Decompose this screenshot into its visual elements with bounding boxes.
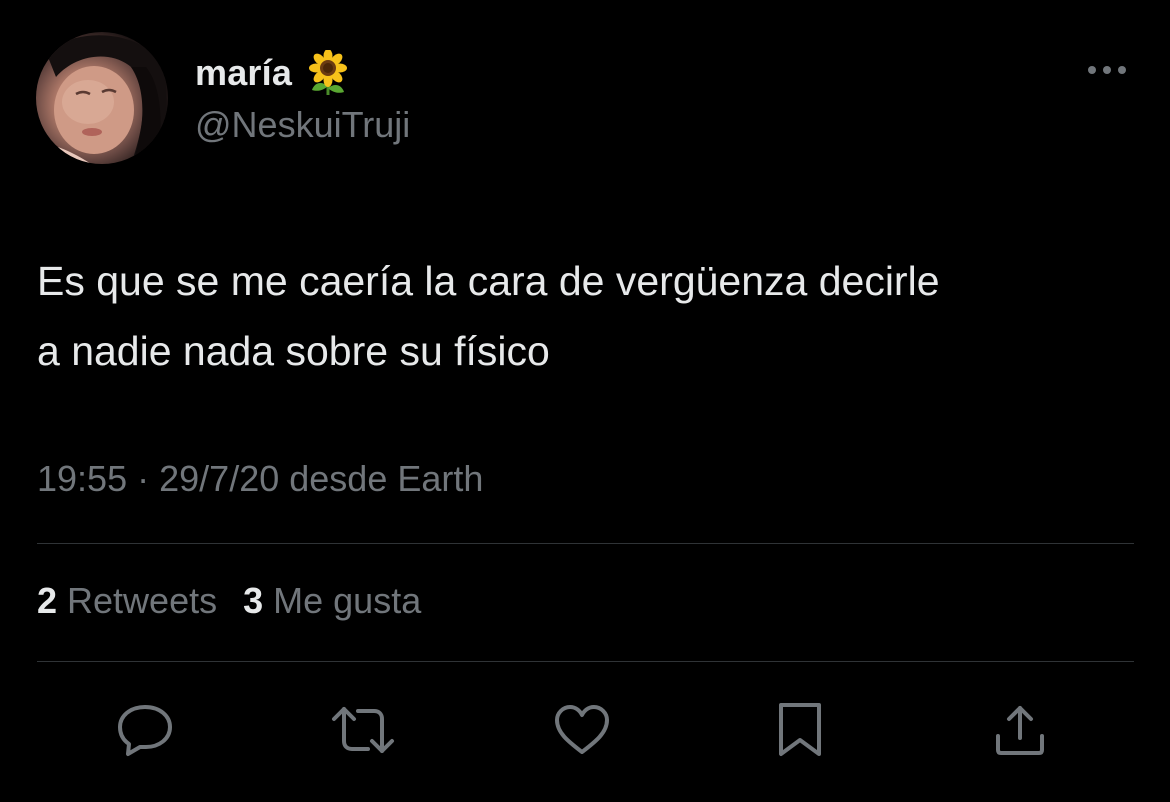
- likes-label: Me gusta: [273, 580, 422, 621]
- like-button[interactable]: [547, 695, 617, 765]
- meta-separator: ·: [137, 458, 150, 499]
- author-name-row[interactable]: maría: [195, 49, 350, 96]
- avatar[interactable]: [36, 32, 168, 164]
- share-icon: [996, 706, 1044, 755]
- tweet-date[interactable]: 29/7/20: [159, 458, 279, 499]
- tweet-actions-bar: [0, 695, 1170, 765]
- share-button[interactable]: [985, 695, 1055, 765]
- tweet-stats: 2 Retweets 3 Me gusta: [37, 580, 421, 622]
- author-display-name[interactable]: maría: [195, 52, 292, 94]
- retweet-icon: [332, 707, 394, 753]
- likes-count: 3: [243, 580, 264, 621]
- bookmark-button[interactable]: [765, 695, 835, 765]
- tweet-detail: maría @NeskuiTruji Es que se me caería l…: [0, 0, 1170, 802]
- likes-stat[interactable]: 3 Me gusta: [243, 580, 421, 622]
- heart-icon: [555, 705, 609, 754]
- tweet-meta: 19:55 · 29/7/20 desde Earth: [37, 458, 483, 500]
- sunflower-icon: [306, 49, 350, 96]
- reply-button[interactable]: [110, 695, 180, 765]
- author-handle[interactable]: @NeskuiTruji: [195, 104, 410, 146]
- bookmark-icon: [779, 703, 821, 756]
- divider: [37, 661, 1134, 662]
- more-options-button[interactable]: [1082, 56, 1132, 84]
- retweets-count: 2: [37, 580, 58, 621]
- retweets-stat[interactable]: 2 Retweets: [37, 580, 217, 622]
- tweet-source: desde Earth: [289, 458, 484, 499]
- avatar-photo: [36, 35, 168, 164]
- retweet-button[interactable]: [328, 695, 398, 765]
- more-horizontal-icon: [1088, 66, 1126, 74]
- tweet-text: Es que se me caería la cara de vergüenza…: [37, 258, 940, 374]
- retweets-label: Retweets: [67, 580, 218, 621]
- reply-icon: [118, 705, 172, 756]
- tweet-time[interactable]: 19:55: [37, 458, 127, 499]
- divider: [37, 543, 1134, 544]
